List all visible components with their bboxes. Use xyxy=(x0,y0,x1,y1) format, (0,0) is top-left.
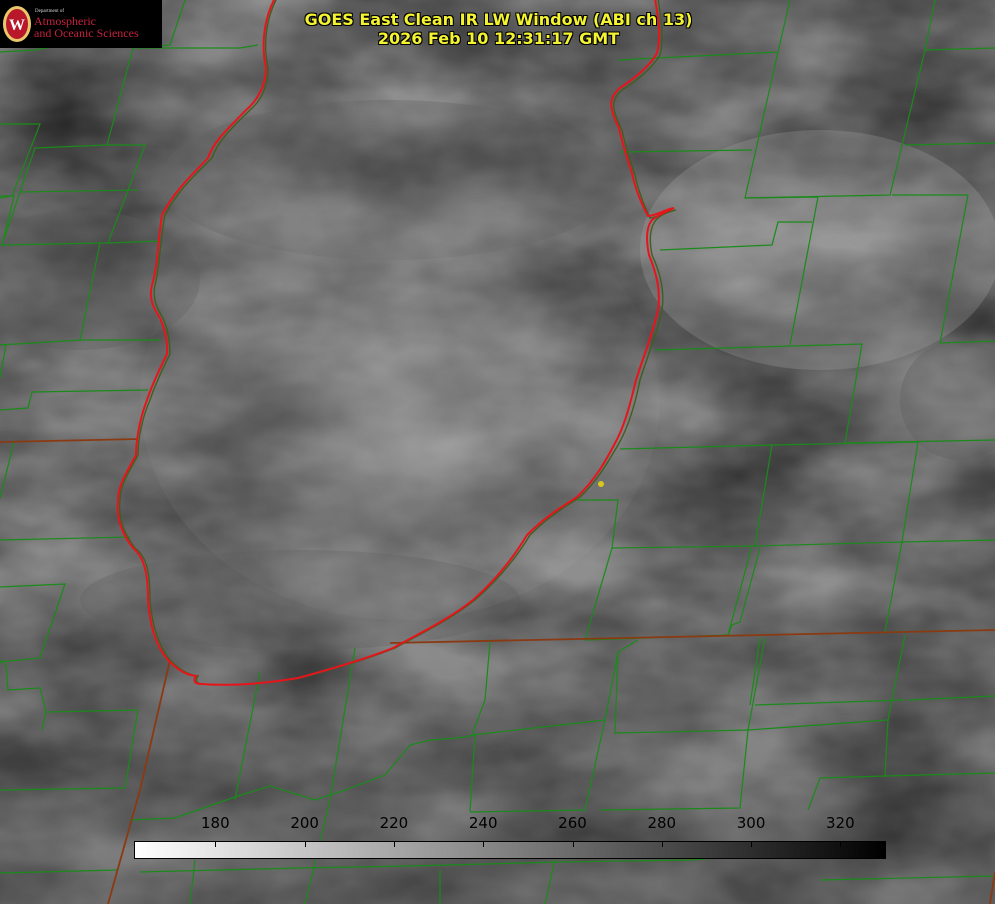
title-channel: GOES East Clean IR LW Window (ABI ch 13) xyxy=(304,10,693,29)
image-title: GOES East Clean IR LW Window (ABI ch 13)… xyxy=(0,10,995,48)
colorbar-tick-label: 280 xyxy=(647,814,677,832)
colorbar-tick-label: 200 xyxy=(290,814,319,832)
colorbar-tick-mark xyxy=(304,842,306,847)
colorbar-tick-label: 180 xyxy=(201,814,230,832)
colorbar-tick-label: 320 xyxy=(826,814,855,832)
colorbar-tick-label: 300 xyxy=(736,814,766,832)
title-timestamp: 2026 Feb 10 12:31:17 GMT xyxy=(377,29,620,48)
colorbar-tick-label: 240 xyxy=(468,814,498,832)
colorbar-tick-mark xyxy=(751,842,753,847)
colorbar-tick-mark xyxy=(572,842,574,847)
satellite-image-viewer: W Department of Atmospheric and Oceanic … xyxy=(0,0,995,904)
colorbar-tick-mark xyxy=(393,842,395,847)
colorbar-tick-mark xyxy=(215,842,217,847)
ir-satellite-map xyxy=(0,0,995,904)
ir-brightness-field xyxy=(0,0,995,904)
colorbar-tick-label: 220 xyxy=(379,814,409,832)
colorbar-tick-mark xyxy=(840,842,842,847)
temperature-colorbar xyxy=(134,841,886,859)
colorbar-tick-mark xyxy=(661,842,663,847)
station-marker xyxy=(598,481,604,487)
colorbar-tick-labels: 180 200 220 240 260 280 300 320 xyxy=(0,814,995,834)
colorbar-tick-mark xyxy=(483,842,485,847)
colorbar-tick-label: 260 xyxy=(558,814,587,832)
colorbar-tick-marks xyxy=(135,842,885,858)
